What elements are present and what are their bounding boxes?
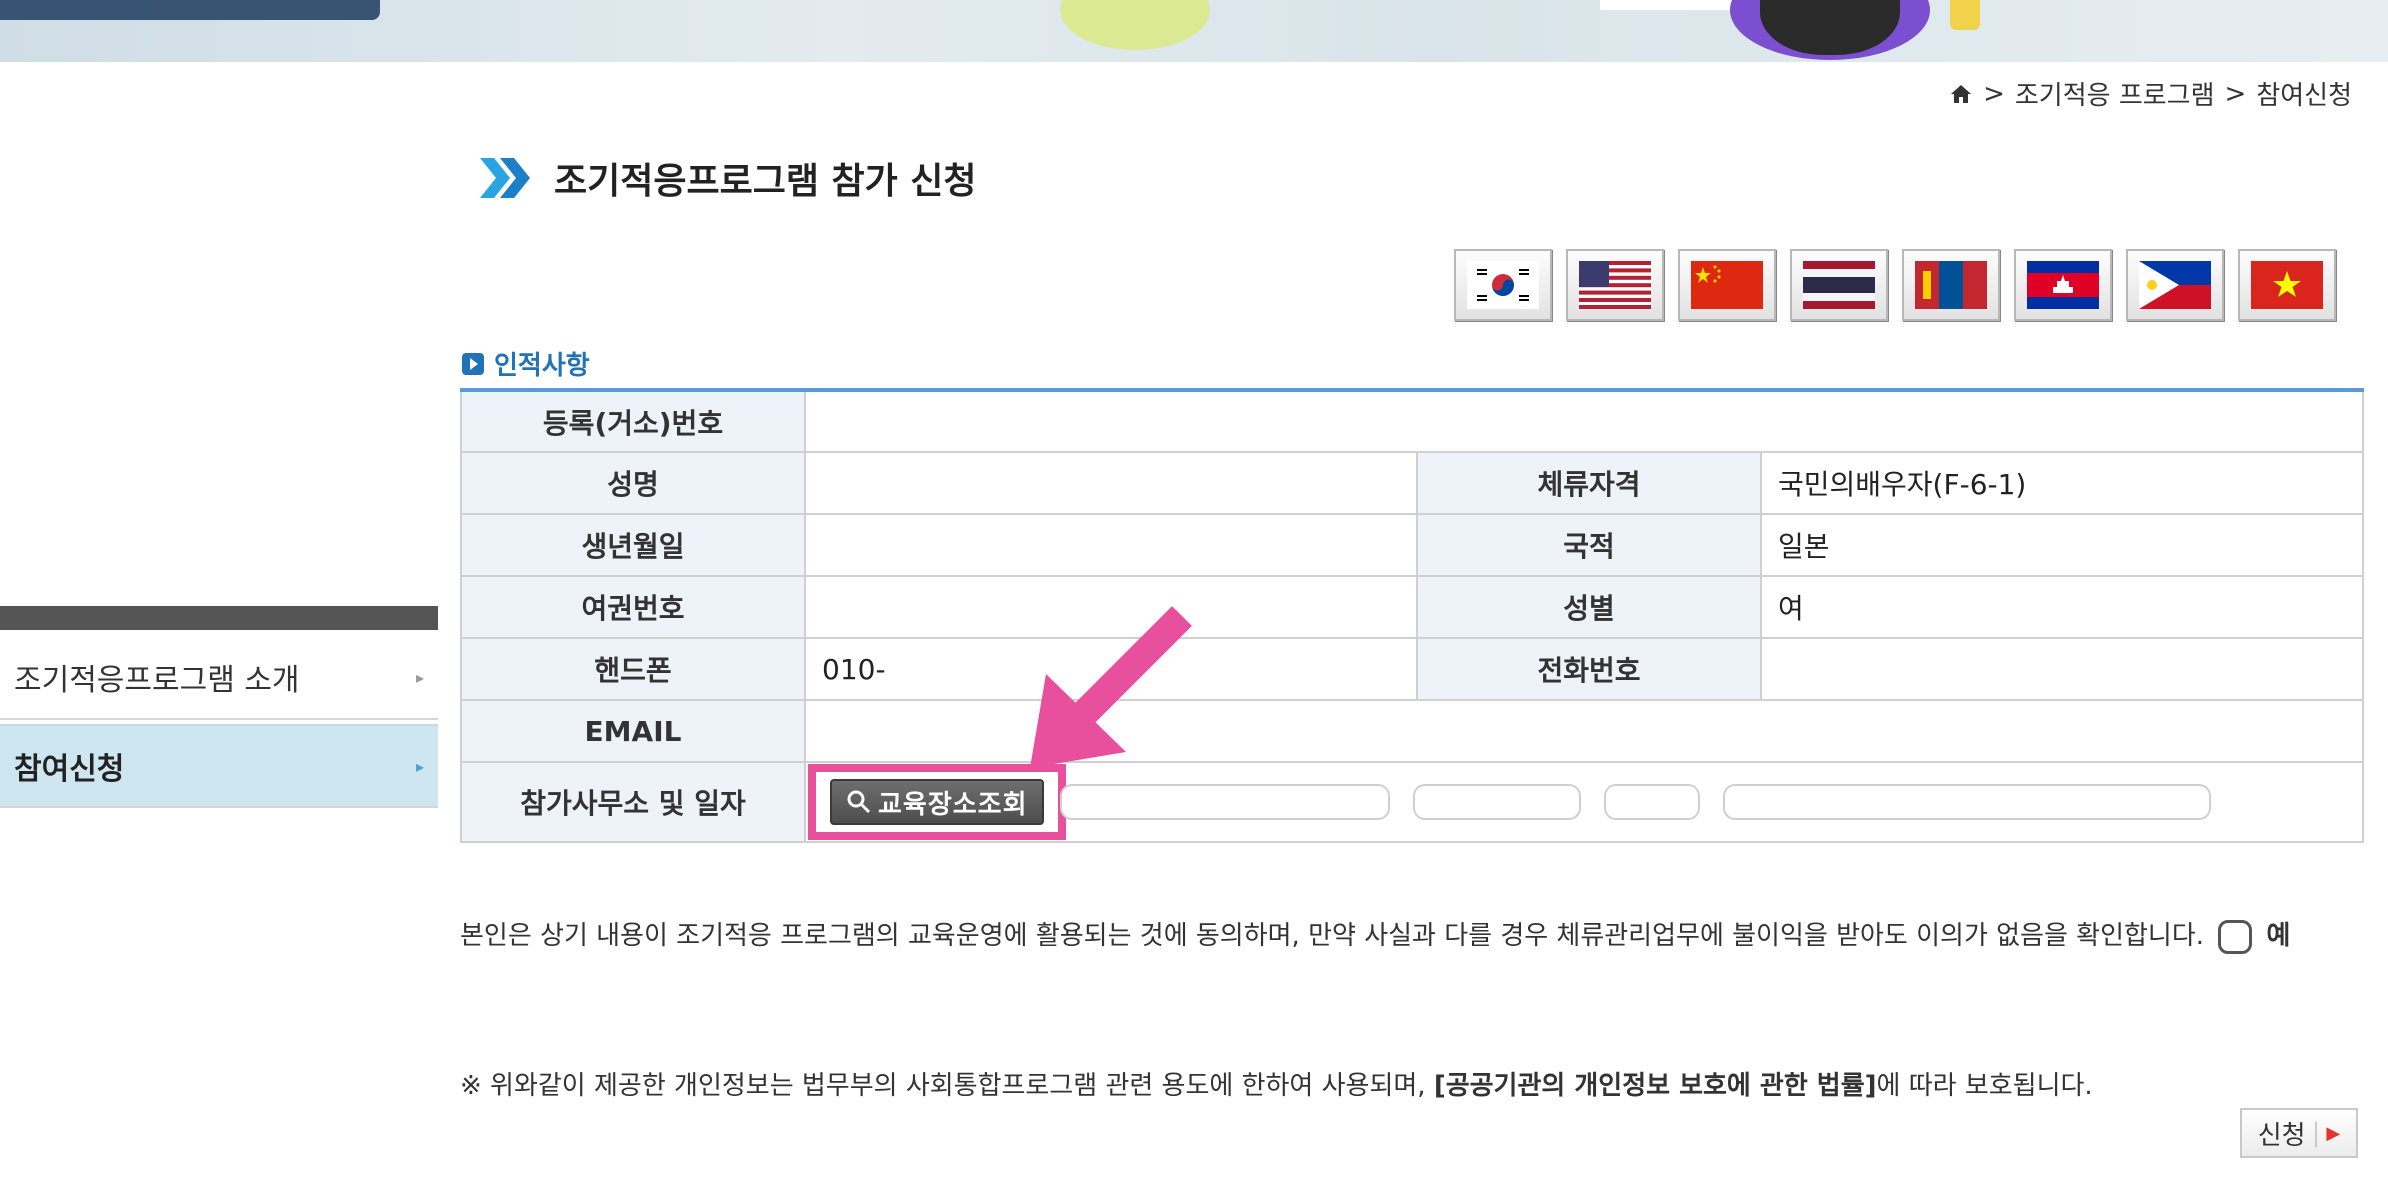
- edu-location-search-label: 교육장소조회: [878, 789, 1028, 820]
- korea-flag-icon: [1467, 261, 1539, 309]
- page-title: 조기적응프로그램 참가 신청: [554, 161, 977, 202]
- notice-law: [공공기관의 개인정보 보호에 관한 법률]: [1433, 1071, 1877, 1101]
- table-row: EMAIL: [460, 699, 2364, 763]
- page-title-wrap: 조기적응프로그램 참가 신청: [478, 152, 977, 204]
- submit-label: 신청: [2257, 1120, 2306, 1151]
- office-field[interactable]: [1060, 784, 1391, 820]
- philippines-flag-icon: [2139, 261, 2211, 309]
- birth-value: [804, 513, 1418, 577]
- email-label: EMAIL: [460, 699, 806, 763]
- consent-yes-label[interactable]: 예: [2267, 921, 2291, 951]
- table-row: 핸드폰 010- 전화번호: [460, 637, 2364, 701]
- thailand-flag-icon: [1803, 261, 1875, 309]
- nationality-label: 국적: [1416, 513, 1762, 577]
- birth-label: 생년월일: [460, 513, 806, 577]
- breadcrumb: > 조기적응 프로그램 > 참여신청: [1949, 75, 2352, 112]
- sidebar-item-program-intro[interactable]: 조기적응프로그램 소개 ▸: [0, 636, 438, 720]
- usa-flag-icon: [1579, 261, 1651, 309]
- table-row: 여권번호 성별 여: [460, 575, 2364, 639]
- flag-button-filipino[interactable]: [2126, 249, 2224, 321]
- nationality-value: 일본: [1760, 513, 2364, 577]
- phone-label: 전화번호: [1416, 637, 1762, 701]
- china-flag-icon: [1691, 261, 1763, 309]
- flag-button-korean[interactable]: [1454, 249, 1552, 321]
- table-row: 성명 체류자격 국민의배우자(F-6-1): [460, 451, 2364, 515]
- flag-button-cambodian[interactable]: [2014, 249, 2112, 321]
- consent-text: 본인은 상기 내용이 조기적응 프로그램의 교육운영에 활용되는 것에 동의하며…: [460, 910, 2340, 962]
- top-banner: [0, 0, 2388, 62]
- section-heading: 인적사항: [462, 345, 590, 382]
- flag-button-vietnamese[interactable]: [2238, 249, 2336, 321]
- cambodia-flag-icon: [2027, 261, 2099, 309]
- privacy-notice: ※ 위와같이 제공한 개인정보는 법무부의 사회통합프로그램 관련 용도에 한하…: [460, 1065, 2093, 1102]
- flag-button-mongolian[interactable]: [1902, 249, 2000, 321]
- passport-label: 여권번호: [460, 575, 806, 639]
- office-date-label: 참가사무소 및 일자: [460, 761, 806, 843]
- sidebar-item-apply[interactable]: 참여신청 ▸: [0, 724, 438, 808]
- search-icon: [847, 790, 871, 814]
- play-square-icon: [462, 352, 484, 375]
- flag-button-thai[interactable]: [1790, 249, 1888, 321]
- notice-prefix: ※ 위와같이 제공한 개인정보는 법무부의 사회통합프로그램 관련 용도에 한하…: [460, 1071, 1434, 1101]
- time-field[interactable]: [1604, 784, 1701, 820]
- name-label: 성명: [460, 451, 806, 515]
- gender-value: 여: [1760, 575, 2364, 639]
- location-field[interactable]: [1723, 784, 2212, 820]
- submit-separator: |: [2311, 1118, 2321, 1148]
- mobile-label: 핸드폰: [460, 637, 806, 701]
- phone-value: [1760, 637, 2364, 701]
- flag-button-chinese[interactable]: [1678, 249, 1776, 321]
- annotation-arrow-icon: [1030, 606, 1192, 768]
- vietnam-flag-icon: [2251, 261, 2323, 309]
- reg-no-value: [804, 389, 2364, 453]
- breadcrumb-separator: >: [2224, 78, 2247, 109]
- language-flags: [1454, 249, 2336, 321]
- edu-location-search-button[interactable]: 교육장소조회: [830, 779, 1044, 825]
- personal-info-table: 등록(거소)번호 성명 체류자격 국민의배우자(F-6-1) 생년월일 국적 일…: [460, 388, 2364, 843]
- breadcrumb-item-program[interactable]: 조기적응 프로그램: [2015, 75, 2215, 112]
- date-field[interactable]: [1413, 784, 1582, 820]
- banner-graphic: [1060, 0, 1210, 50]
- reg-no-label: 등록(거소)번호: [460, 389, 806, 453]
- sidebar-header-bar: [0, 606, 438, 630]
- banner-graphic: [1950, 0, 1980, 30]
- name-value: [804, 451, 1418, 515]
- table-row: 생년월일 국적 일본: [460, 513, 2364, 577]
- chevron-right-icon: ▸: [415, 756, 424, 776]
- gender-label: 성별: [1416, 575, 1762, 639]
- consent-statement: 본인은 상기 내용이 조기적응 프로그램의 교육운영에 활용되는 것에 동의하며…: [460, 921, 2205, 951]
- chevron-right-icon: ▸: [415, 667, 424, 687]
- table-row: 참가사무소 및 일자 교육장소조회: [460, 761, 2364, 843]
- consent-checkbox[interactable]: [2218, 919, 2253, 954]
- home-icon[interactable]: [1949, 82, 1973, 106]
- double-chevron-icon: [480, 158, 530, 198]
- mongolia-flag-icon: [1915, 261, 1987, 309]
- banner-graphic: [0, 0, 380, 20]
- notice-suffix: 에 따라 보호됩니다.: [1876, 1071, 2093, 1101]
- visa-label: 체류자격: [1416, 451, 1762, 515]
- sidebar-item-label: 조기적응프로그램 소개: [14, 663, 300, 698]
- breadcrumb-separator: >: [1983, 78, 2005, 109]
- breadcrumb-item-apply[interactable]: 참여신청: [2256, 75, 2352, 112]
- play-icon: ▶: [2326, 1122, 2341, 1144]
- flag-button-english[interactable]: [1566, 249, 1664, 321]
- table-row: 등록(거소)번호: [460, 389, 2364, 453]
- section-label: 인적사항: [494, 351, 590, 381]
- sidebar-item-label: 참여신청: [14, 752, 125, 787]
- visa-value: 국민의배우자(F-6-1): [1760, 451, 2364, 515]
- submit-button[interactable]: 신청 | ▶: [2240, 1108, 2358, 1158]
